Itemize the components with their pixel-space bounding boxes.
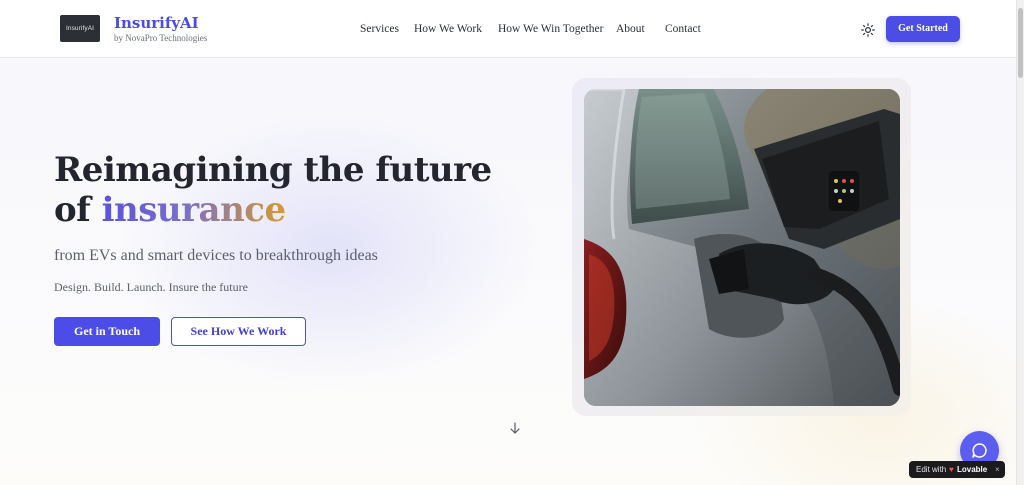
sun-icon[interactable] — [861, 22, 875, 37]
ev-charging-photo — [584, 89, 900, 406]
see-how-we-work-button[interactable]: See How We Work — [171, 317, 306, 346]
hero-tagline: Design. Build. Launch. Insure the future — [54, 280, 248, 294]
nav-item-how-we-work[interactable]: How We Work — [414, 21, 482, 37]
badge-edit-label: Edit with — [916, 465, 947, 474]
page-scrollbar[interactable] — [1016, 0, 1024, 485]
site-header: InsurifyAI InsurifyAI by NovaPro Technol… — [0, 0, 1016, 58]
hero-subheadline: from EVs and smart devices to breakthrou… — [54, 247, 378, 264]
hero-headline: Reimagining the future of insurance — [54, 150, 492, 230]
arrow-down-icon[interactable] — [508, 420, 522, 434]
heart-icon: ♥ — [949, 465, 954, 474]
nav-item-services[interactable]: Services — [360, 21, 399, 37]
get-in-touch-button[interactable]: Get in Touch — [54, 317, 160, 346]
edit-with-lovable-badge[interactable]: Edit with ♥ Lovable × — [909, 461, 1005, 478]
nav-item-about[interactable]: About — [616, 21, 645, 37]
headline-accent: insurance — [101, 190, 287, 230]
brand-subtitle: by NovaPro Technologies — [114, 33, 208, 43]
logo[interactable]: InsurifyAI — [60, 15, 100, 42]
get-started-button[interactable]: Get Started — [886, 16, 960, 42]
scrollbar-thumb[interactable] — [1018, 8, 1023, 78]
brand-title[interactable]: InsurifyAI — [114, 14, 199, 32]
badge-brand-label: Lovable — [957, 465, 988, 474]
headline-prefix: of — [54, 190, 102, 230]
nav-item-how-we-win-together[interactable]: How We Win Together — [498, 21, 603, 37]
nav-item-contact[interactable]: Contact — [665, 21, 701, 37]
badge-close-button[interactable]: × — [995, 461, 1000, 478]
headline-line-1: Reimagining the future — [54, 150, 492, 190]
headline-line-2: of insurance — [54, 190, 492, 230]
